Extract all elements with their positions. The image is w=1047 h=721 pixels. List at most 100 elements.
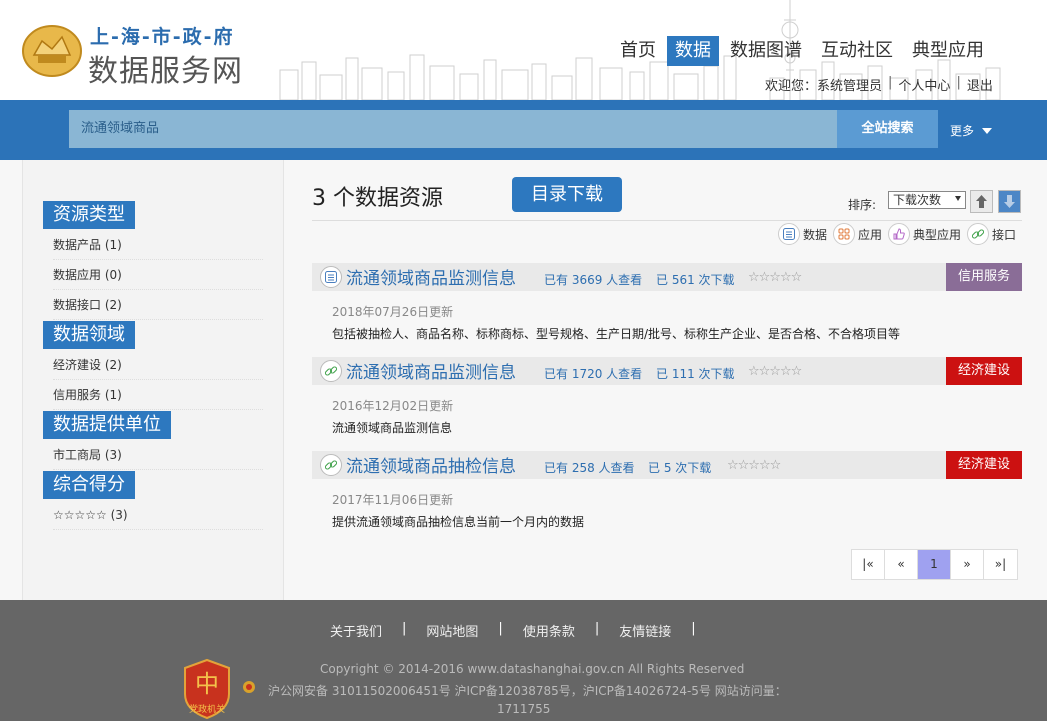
facet-title-provider: 数据提供单位 [43,411,171,439]
facet-title-data-domain: 数据领域 [43,321,135,349]
visit-count: 1711755 [497,702,551,716]
separator: | [956,75,961,90]
page-1-button[interactable]: 1 [918,550,951,579]
footer-links: 关于我们 | 网站地图 | 使用条款 | 友情链接 | [330,621,716,640]
link-icon [967,223,989,245]
police-emblem-icon [243,681,255,693]
view-count: 已有 258 人查看 [544,461,635,475]
arrow-up-icon [976,195,987,208]
result-item-header: 流通领域商品监测信息 已有 3669 人查看 已 561 次下载 ☆☆☆☆☆ [312,263,946,291]
results-panel: 3 个数据资源 目录下载 排序: 下载次数 数据 应用 典型应用 接口 流通领域… [312,160,1022,600]
nav-item-data-graph[interactable]: 数据图谱 [722,36,810,66]
separator: | [402,621,407,636]
legend-app: 应用 [833,223,882,245]
view-count: 已有 1720 人查看 [544,367,643,381]
update-date: 2016年12月02日更新 [332,399,454,413]
domain-badge[interactable]: 信用服务 [946,263,1022,291]
result-description: 包括被抽检人、商品名称、标称商标、型号规格、生产日期/批号、标称生产企业、是否合… [332,327,901,341]
facet-item-score-rating[interactable]: ☆☆☆☆☆ (3) [53,500,263,530]
facet-item-economy[interactable]: 经济建设 (2) [53,350,263,380]
rating-stars[interactable]: ☆☆☆☆☆ [748,270,802,285]
last-page-button[interactable]: »| [984,550,1017,579]
logo-site-title: 数据服务网 [88,54,243,89]
result-description: 提供流通领域商品抽检信息当前一个月内的数据 [332,515,585,529]
separator: | [498,621,503,636]
result-title-link[interactable]: 流通领域商品监测信息 [346,264,516,289]
pagination: |« « 1 » »| [851,549,1018,580]
footer-link-sitemap[interactable]: 网站地图 [426,621,478,640]
logo-city-text: 上-海-市-政-府 [90,26,235,48]
nav-item-typical-apps[interactable]: 典型应用 [904,36,992,66]
government-agency-badge-icon[interactable]: 中 党政机关 [181,658,233,720]
footer-link-terms[interactable]: 使用条款 [523,621,575,640]
facet-title-resource-type: 资源类型 [43,201,135,229]
facet-title-score: 综合得分 [43,471,135,499]
legend-api: 接口 [967,223,1016,245]
sort-select[interactable]: 下载次数 [888,191,966,209]
result-count: 3 个数据资源 [312,186,443,211]
rating-stars[interactable]: ☆☆☆☆☆ [727,458,781,473]
result-title-link[interactable]: 流通领域商品抽检信息 [346,452,516,477]
personal-center-link[interactable]: 个人中心 [898,75,950,94]
more-label: 更多 [950,124,975,138]
search-band: 流通领域商品 全站搜索 更多 [0,100,1047,160]
next-page-button[interactable]: » [951,550,984,579]
list-icon [778,223,800,245]
facet-item-data-app[interactable]: 数据应用 (0) [53,260,263,290]
site-footer: 关于我们 | 网站地图 | 使用条款 | 友情链接 | 中 党政机关 Copyr… [0,600,1047,721]
result-item-header: 流通领域商品监测信息 已有 1720 人查看 已 111 次下载 ☆☆☆☆☆ [312,357,946,385]
update-date: 2018年07月26日更新 [332,305,454,319]
legend-typical-app-label: 典型应用 [913,227,962,242]
thumb-icon [888,223,910,245]
header-divider [312,220,1022,221]
site-header: 上-海-市-政-府 数据服务网 首页 数据 数据图谱 互动社区 典型应用 欢迎您… [0,0,1047,100]
site-search-button[interactable]: 全站搜索 [837,110,938,148]
svg-text:中: 中 [195,670,219,698]
nav-item-community[interactable]: 互动社区 [813,36,901,66]
copyright-text: Copyright © 2014-2016 www.datashanghai.g… [320,662,745,676]
search-input[interactable]: 流通领域商品 [69,110,837,148]
footer-link-friends[interactable]: 友情链接 [619,621,671,640]
download-count: 已 111 次下载 [656,367,735,381]
facet-item-data-api[interactable]: 数据接口 (2) [53,290,263,320]
main-nav: 首页 数据 数据图谱 互动社区 典型应用 [612,36,995,66]
result-title-link[interactable]: 流通领域商品监测信息 [346,358,516,383]
sort-ascending-button[interactable] [970,190,993,213]
domain-badge[interactable]: 经济建设 [946,451,1022,479]
download-count: 已 5 次下载 [648,461,712,475]
legend-typical-app: 典型应用 [888,223,961,245]
logout-link[interactable]: 退出 [967,75,993,94]
list-icon [320,266,342,288]
link-icon [320,454,342,476]
facet-item-data-product[interactable]: 数据产品 (1) [53,230,263,260]
shanghai-emblem-icon [22,25,82,77]
arrow-down-icon [1004,195,1015,208]
grid-icon [833,223,855,245]
facet-item-commerce-bureau[interactable]: 市工商局 (3) [53,440,263,470]
sort-descending-button[interactable] [998,190,1021,213]
legend-data: 数据 [778,223,827,245]
separator: | [691,621,696,636]
content-area: 资源类型 数据产品 (1) 数据应用 (0) 数据接口 (2) 数据领域 经济建… [0,160,1047,600]
nav-item-data[interactable]: 数据 [667,36,719,66]
result-item-header: 流通领域商品抽检信息 已有 258 人查看 已 5 次下载 ☆☆☆☆☆ [312,451,946,479]
legend-api-label: 接口 [992,227,1017,242]
rating-stars[interactable]: ☆☆☆☆☆ [748,364,802,379]
catalog-download-button[interactable]: 目录下载 [512,177,622,212]
facet-sidebar: 资源类型 数据产品 (1) 数据应用 (0) 数据接口 (2) 数据领域 经济建… [22,160,284,600]
legend-app-label: 应用 [858,227,883,242]
prev-page-button[interactable]: « [885,550,918,579]
domain-badge[interactable]: 经济建设 [946,357,1022,385]
first-page-button[interactable]: |« [852,550,885,579]
separator: | [594,621,600,636]
more-dropdown[interactable]: 更多 [950,122,993,139]
footer-link-about[interactable]: 关于我们 [330,621,382,640]
caret-down-icon [982,127,993,134]
nav-item-home[interactable]: 首页 [612,36,664,66]
icp-record-text: 沪公网安备 31011502006451号 沪ICP备12038785号，沪IC… [268,684,787,698]
update-date: 2017年11月06日更新 [332,493,454,507]
facet-item-credit[interactable]: 信用服务 (1) [53,380,263,410]
badge-text: 党政机关 [189,703,225,715]
username-link[interactable]: 系统管理员 [817,75,882,94]
sort-select-value: 下载次数 [893,193,942,207]
